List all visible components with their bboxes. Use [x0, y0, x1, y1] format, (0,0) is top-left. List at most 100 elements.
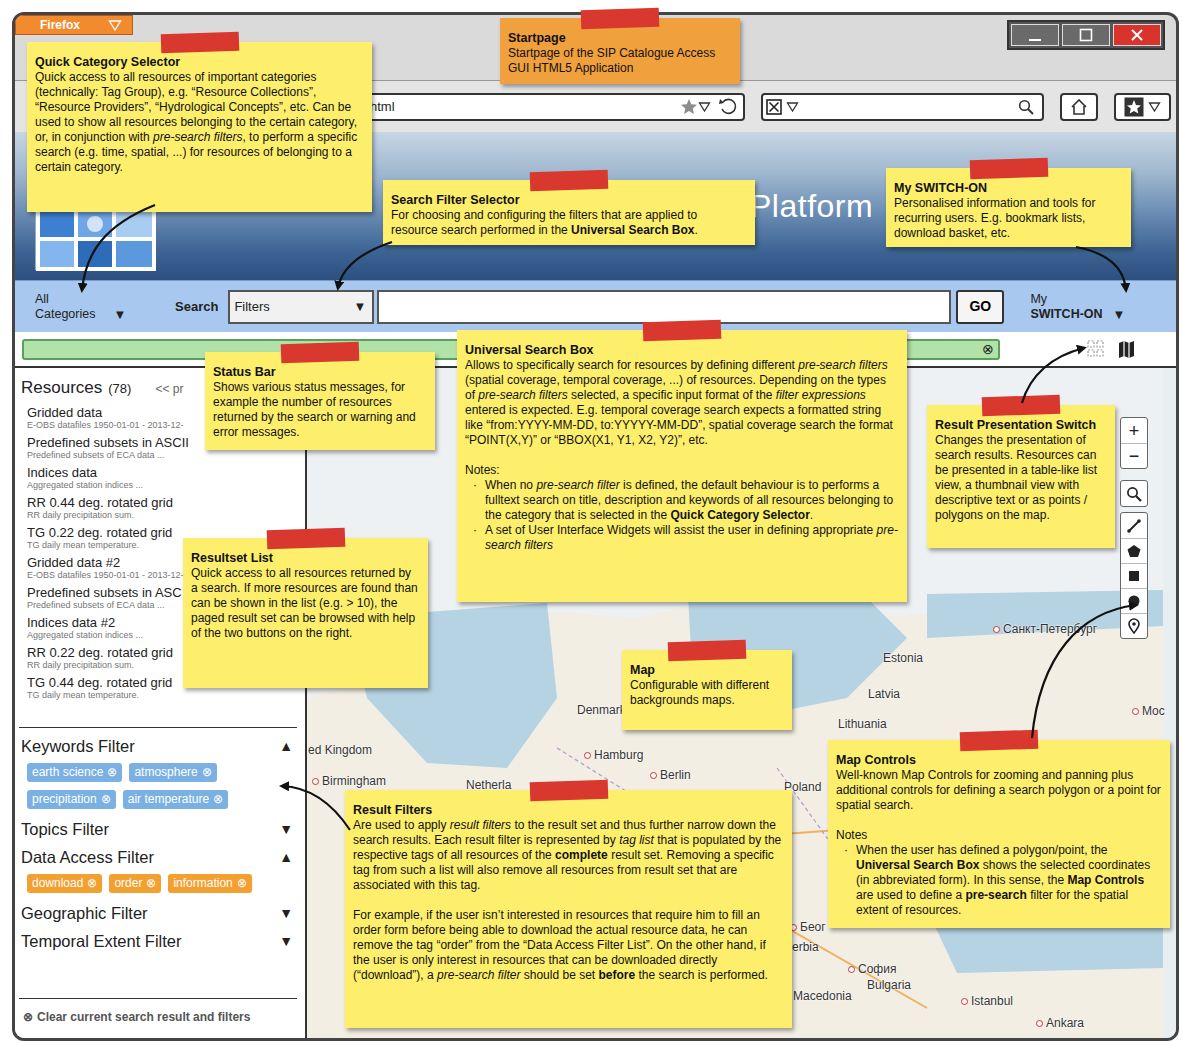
tag-remove-button[interactable]: ⊗: [107, 765, 117, 780]
filter-toggle[interactable]: ▲: [279, 845, 293, 869]
search-tool-button[interactable]: [1121, 481, 1147, 506]
firefox-menu-button[interactable]: Firefox: [15, 15, 133, 35]
resource-item[interactable]: Gridded dataE-OBS datafiles 1950-01-01 -…: [27, 405, 301, 435]
city-dot: [1132, 708, 1139, 715]
account-label-line: My: [1030, 292, 1102, 307]
filter-tag[interactable]: atmosphere⊗: [129, 763, 216, 782]
status-clear-button[interactable]: ⊗: [982, 339, 994, 360]
resource-item[interactable]: Predefined subsets in ASCIIPredefined su…: [27, 435, 301, 465]
filter-select[interactable]: Filters▼: [228, 290, 374, 324]
category-selector[interactable]: AllCategories▼: [35, 292, 139, 322]
filter-header[interactable]: Topics Filter▼: [19, 815, 297, 843]
resource-subtitle: TG daily mean temperature.: [27, 690, 301, 701]
tape-strip: [668, 640, 747, 662]
country-label: erbia: [792, 940, 819, 954]
minimize-button[interactable]: [1011, 24, 1059, 46]
place-name: Netherla: [466, 778, 511, 792]
title-bar: Firefox: [15, 15, 1176, 80]
filter-header[interactable]: Geographic Filter▼: [19, 899, 297, 927]
place-name: Estonia: [883, 651, 923, 665]
filter-tag[interactable]: earth science ⊗: [27, 763, 122, 782]
point-tool-button[interactable]: [1121, 613, 1147, 638]
filter-toggle[interactable]: ▼: [279, 929, 293, 953]
filter-header[interactable]: Data Access Filter▲: [19, 843, 297, 871]
view-button[interactable]: [1086, 339, 1105, 360]
tag-label: earth science: [32, 765, 103, 780]
polygon-icon: [1126, 543, 1142, 559]
draw-controls: [1120, 512, 1148, 639]
note-title: Result Filters: [353, 803, 784, 818]
tag-remove-button[interactable]: ⊗: [237, 876, 247, 891]
resource-item[interactable]: TG 0.44 deg. rotated gridTG daily mean t…: [27, 675, 301, 705]
my-switch-on-menu[interactable]: MySWITCH-ON▼: [1030, 292, 1145, 322]
note-text: For example, if the user isn’t intereste…: [353, 908, 766, 982]
previous-page-button[interactable]: << pr: [155, 380, 183, 398]
note-text: Well-known Map Controls for zooming and …: [836, 768, 1161, 812]
tag-remove-button[interactable]: ⊗: [202, 765, 212, 780]
bullet-marker: ·: [836, 843, 856, 918]
universal-search-input[interactable]: [377, 290, 951, 324]
note-text: result filters: [450, 818, 511, 832]
country-label: Latvia: [868, 687, 900, 701]
city-dot: [1036, 1020, 1043, 1027]
clear-symbol: ⊗: [23, 1008, 33, 1026]
resource-item[interactable]: RR 0.44 deg. rotated gridRR daily precip…: [27, 495, 301, 525]
note-text: Map Controls: [1067, 873, 1144, 887]
note-text: entered is expected. E.g. temporal cover…: [465, 403, 893, 447]
filter-tag[interactable]: precipitation⊗: [27, 790, 116, 809]
tag-remove-button[interactable]: ⊗: [146, 876, 156, 891]
resource-item[interactable]: Indices dataAggregated station indices .…: [27, 465, 301, 495]
bookmarks-button[interactable]: [1114, 93, 1171, 121]
polygon-tool-button[interactable]: [1121, 538, 1147, 563]
maximize-button[interactable]: [1062, 24, 1110, 46]
category-label-line: Categories: [35, 307, 95, 322]
note-text: before: [598, 968, 635, 982]
city-dot: [312, 778, 319, 785]
filter-header[interactable]: Keywords Filter▲: [19, 732, 297, 760]
resource-subtitle: E-OBS datafiles 1950-01-01 - 2013-12-: [27, 420, 301, 431]
resource-item[interactable]: RR 0.22 deg. rotated gridRR daily precip…: [27, 645, 301, 675]
close-button[interactable]: [1113, 24, 1161, 46]
filter-header[interactable]: Temporal Extent Filter▼: [19, 927, 297, 955]
resource-item[interactable]: TG 0.22 deg. rotated gridTG daily mean t…: [27, 525, 301, 555]
tag-remove-button[interactable]: ⊗: [101, 792, 111, 807]
note-text: pre-search filter: [536, 478, 619, 492]
note-text: is defined, the default behaviour is to …: [485, 478, 893, 522]
search-engine-icon: [766, 99, 782, 115]
filter-toggle[interactable]: ▼: [279, 817, 293, 841]
go-button[interactable]: GO: [956, 290, 1004, 324]
note-paragraph: Shows various status messages, for examp…: [213, 380, 427, 440]
zoom-out-button[interactable]: −: [1121, 443, 1147, 468]
zoom-controls: +−: [1120, 417, 1148, 469]
resultset-list: Gridded dataE-OBS datafiles 1950-01-01 -…: [15, 403, 305, 705]
resource-item[interactable]: Indices data #2Aggregated station indice…: [27, 615, 301, 645]
circle-tool-button[interactable]: [1121, 588, 1147, 613]
rectangle-icon: [1126, 568, 1142, 584]
status-bar: ⊗: [22, 339, 1000, 360]
line-tool-button[interactable]: [1121, 513, 1147, 538]
place-name: Birmingham: [322, 774, 386, 788]
filter-tag[interactable]: order⊗: [109, 874, 161, 893]
rectangle-tool-button[interactable]: [1121, 563, 1147, 588]
note-text: result set. Removing a specific tag from…: [353, 848, 774, 892]
note-title: Resultset List: [191, 551, 420, 566]
window-controls: [1007, 20, 1165, 50]
filter-toggle[interactable]: ▼: [279, 901, 293, 925]
tag-remove-button[interactable]: ⊗: [213, 792, 223, 807]
minimize-icon: [1026, 26, 1044, 44]
address-bar[interactable]: html: [30, 93, 745, 121]
web-search-field[interactable]: [761, 93, 1044, 121]
resource-item[interactable]: Predefined subsets in ASCPredefined subs…: [27, 585, 301, 615]
view-button[interactable]: [1117, 339, 1136, 360]
filter-toggle[interactable]: ▲: [279, 734, 293, 758]
magnifier-icon: [1018, 99, 1034, 115]
resource-item[interactable]: Gridded data #2E-OBS datafiles 1950-01-0…: [27, 555, 301, 585]
tag-remove-button[interactable]: ⊗: [87, 876, 97, 891]
home-button[interactable]: [1060, 93, 1098, 121]
zoom-in-button[interactable]: +: [1121, 418, 1147, 443]
filter-tag[interactable]: air temperature⊗: [123, 790, 228, 809]
filter-tag[interactable]: information⊗: [168, 874, 251, 893]
map[interactable]: Санкт-ПетербургMocEstoniaLatviaLithuania…: [307, 366, 1176, 1038]
filter-tag[interactable]: download⊗: [27, 874, 102, 893]
clear-filters-button[interactable]: ⊗Clear current search result and filters: [19, 998, 297, 1038]
